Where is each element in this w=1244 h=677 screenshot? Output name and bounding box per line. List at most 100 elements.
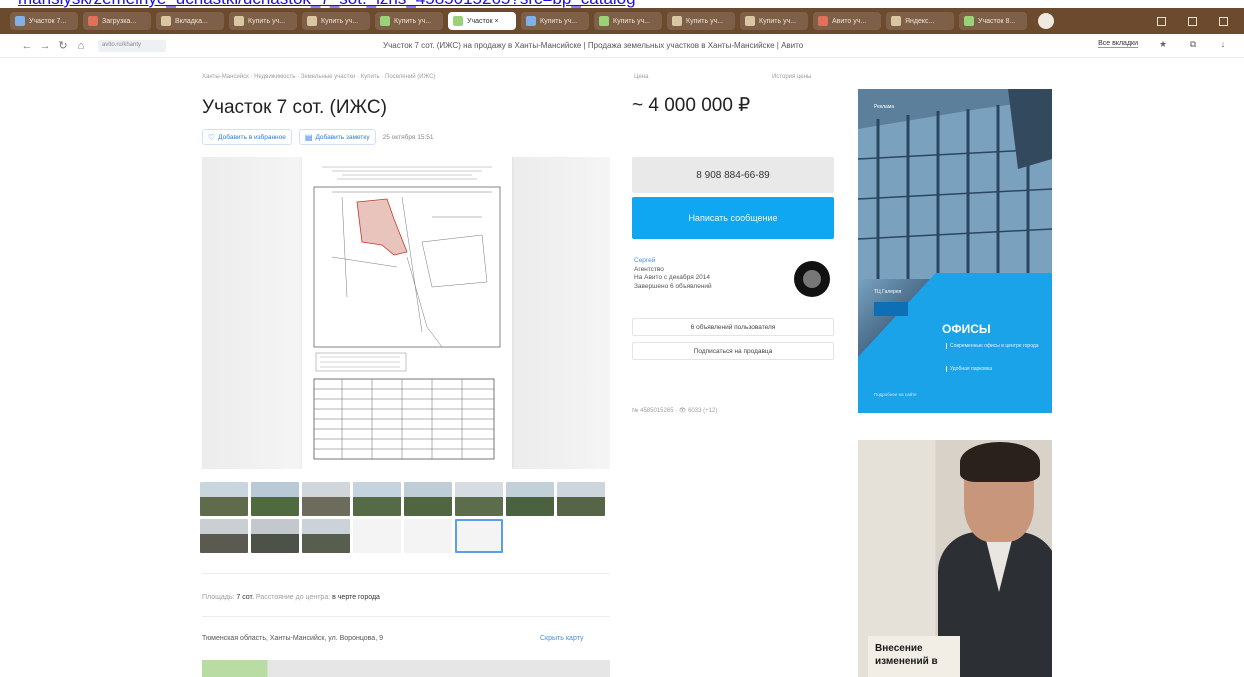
area-value: 7 сот. [236, 594, 254, 601]
banner-ad-offices[interactable]: Реклама ТЦ Галерея ОФИСЫ Современные офи… [858, 89, 1052, 413]
price-history-link[interactable]: История цены [772, 74, 811, 80]
gallery-thumbnail[interactable] [455, 482, 503, 516]
browser-tab[interactable]: Купить уч... [302, 12, 370, 30]
ad-line-2: Удобная парковка [946, 366, 992, 372]
seller-avatar-inner [803, 270, 821, 288]
forward-icon[interactable]: → [36, 40, 54, 52]
add-favorite-button[interactable]: ♡ Добавить в избранное [202, 129, 292, 145]
gallery-thumbnail[interactable] [251, 519, 299, 553]
gallery-thumbnail[interactable] [506, 482, 554, 516]
thumb-row [200, 519, 610, 553]
all-tabs-button[interactable]: Все вкладки [1098, 40, 1138, 48]
browser-window: mansiysk/zemelnye_uchastki/uchastok_7_so… [0, 0, 1244, 677]
extensions-icon[interactable]: ⧉ [1188, 39, 1198, 49]
divider [202, 616, 610, 617]
banner-ad-person[interactable]: Внесение изменений в [858, 440, 1052, 677]
heart-icon: ♡ [208, 132, 216, 142]
maximize-icon[interactable] [1188, 16, 1197, 26]
address-bar: ← → ↻ ⌂ avito.ru/khanty Участок 7 сот. (… [0, 34, 1244, 58]
ad-title: ОФИСЫ [942, 322, 991, 336]
gallery-thumbnail[interactable] [302, 519, 350, 553]
gallery-thumbnail[interactable] [200, 519, 248, 553]
price-label: Цена [634, 74, 649, 80]
tab-favicon-icon [161, 16, 171, 26]
tab-favicon-icon [15, 16, 25, 26]
gallery-thumbnail[interactable] [404, 482, 452, 516]
tab-favicon-icon [891, 16, 901, 26]
gallery-thumbnail[interactable] [302, 482, 350, 516]
tab-label: Купить уч... [759, 17, 797, 25]
tab-label: Купить уч... [321, 17, 359, 25]
gallery-blur-left [202, 157, 302, 469]
tab-favicon-icon [307, 16, 317, 26]
gallery-thumbnail-document[interactable] [404, 519, 452, 553]
distance-label: Расстояние до центра: [255, 594, 331, 601]
tab-label: Купить уч... [686, 17, 724, 25]
gallery-thumbnail[interactable] [353, 482, 401, 516]
seller-name[interactable]: Сергей [634, 257, 712, 266]
gallery-thumbnail-document[interactable] [353, 519, 401, 553]
minimize-icon[interactable] [1157, 16, 1166, 26]
url-link[interactable]: mansiysk/zemelnye_uchastki/uchastok_7_so… [18, 0, 636, 8]
tab-favicon-icon [88, 16, 98, 26]
browser-tab[interactable]: Участок 8... [959, 12, 1027, 30]
home-icon[interactable]: ⌂ [72, 40, 90, 52]
reload-icon[interactable]: ↻ [54, 39, 72, 52]
browser-tab[interactable]: Купить уч... [521, 12, 589, 30]
close-icon[interactable] [1219, 16, 1228, 26]
site-chip[interactable]: avito.ru/khanty [98, 39, 166, 52]
building-illustration [858, 89, 1052, 279]
seller-since: На Авито с декабря 2014 [634, 274, 710, 281]
seller-completed: Завершено 6 объявлений [634, 282, 712, 290]
profile-icon[interactable] [1038, 13, 1054, 29]
show-phone-button[interactable]: 8 908 884-66-89 [632, 157, 834, 193]
browser-tab[interactable]: Вкладка... [156, 12, 224, 30]
browser-tab[interactable]: Купить уч... [740, 12, 808, 30]
note-icon: ▤ [304, 132, 313, 142]
download-icon[interactable]: ↓ [1218, 39, 1228, 49]
gallery-thumbnail[interactable] [557, 482, 605, 516]
ad-number: № 4585015265 · 👁 6033 (+12) [632, 408, 718, 414]
browser-tab[interactable]: Купить уч... [667, 12, 735, 30]
ad2-text-line-2: изменений в [875, 656, 938, 667]
toggle-map-link[interactable]: Скрыть карту [540, 635, 583, 642]
browser-tab[interactable]: Купить уч... [375, 12, 443, 30]
back-icon[interactable]: ← [18, 40, 36, 52]
address-bar-actions: Все вкладки ★ ⧉ ↓ [1098, 39, 1228, 49]
add-note-button[interactable]: ▤ Добавить заметку [298, 129, 376, 145]
listing-actions: ♡ Добавить в избранное ▤ Добавить заметку … [202, 129, 434, 145]
browser-tab[interactable]: Яндекс... [886, 12, 954, 30]
tab-label: Вкладка... [175, 17, 208, 25]
seller-avatar[interactable] [794, 261, 830, 297]
gallery-thumbnail-selected[interactable] [455, 519, 503, 553]
bookmark-star-icon[interactable]: ★ [1158, 39, 1168, 49]
tab-label: Участок 7... [29, 17, 67, 25]
ad-brand: ТЦ Галерея [874, 289, 902, 295]
tab-label: Купить уч... [248, 17, 286, 25]
browser-tab[interactable]: Авито уч... [813, 12, 881, 30]
gallery-thumbnail[interactable] [251, 482, 299, 516]
browser-tab[interactable]: Загрузка... [83, 12, 151, 30]
window-controls [1157, 16, 1244, 26]
add-favorite-label: Добавить в избранное [218, 133, 286, 141]
tab-bar: Участок 7... Загрузка... Вкладка... Купи… [0, 8, 1244, 34]
breadcrumb[interactable]: Ханты-Мансийск · Недвижимость · Земельны… [202, 74, 435, 80]
ad2-text-line-1: Внесение [875, 643, 923, 654]
subscribe-seller-button[interactable]: Подписаться на продавца [632, 342, 834, 360]
gallery-main-image[interactable] [202, 157, 610, 469]
gallery-thumbnail[interactable] [200, 482, 248, 516]
browser-tab[interactable]: Купить уч... [229, 12, 297, 30]
gallery-thumbnails [200, 482, 610, 556]
tab-label: Купить уч... [613, 17, 651, 25]
listing-date: 25 октября 15:51 [382, 133, 434, 141]
person-hair [960, 442, 1040, 482]
browser-tab[interactable]: Купить уч... [594, 12, 662, 30]
browser-tab-active[interactable]: Участок × [448, 12, 516, 30]
tab-favicon-icon [818, 16, 828, 26]
map-preview[interactable] [202, 660, 610, 677]
write-message-button[interactable]: Написать сообщение [632, 197, 834, 239]
listing-address: Тюменская область, Ханты-Мансийск, ул. В… [202, 635, 383, 642]
address-page-title[interactable]: Участок 7 сот. (ИЖС) на продажу в Ханты-… [383, 41, 803, 50]
browser-tab[interactable]: Участок 7... [10, 12, 78, 30]
seller-ads-button[interactable]: 6 объявлений пользователя [632, 318, 834, 336]
